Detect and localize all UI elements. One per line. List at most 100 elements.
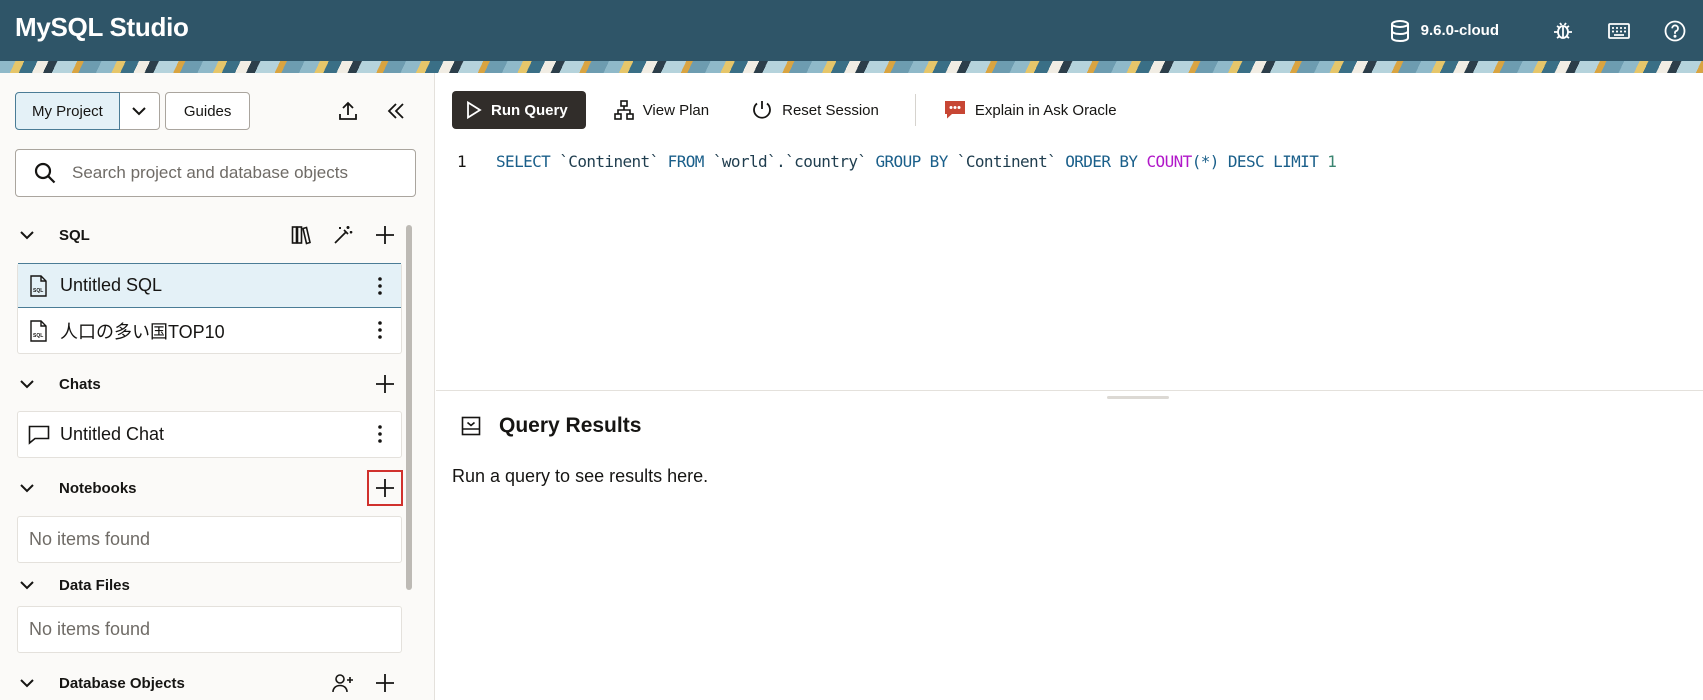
sql-ai-generate-button[interactable] [327, 219, 359, 251]
sql-item[interactable]: SQL 人口の多い国TOP10 [18, 308, 401, 353]
database-objects-collapse-toggle[interactable] [15, 678, 45, 688]
chats-list: Untitled Chat [17, 411, 402, 458]
sql-section-header: SQL [15, 219, 401, 251]
code-token: ORDER BY [1065, 152, 1138, 171]
sql-item-menu-button[interactable] [365, 315, 395, 345]
chat-bubble-icon [28, 425, 50, 445]
editor-toolbar: Run Query View Plan Reset Session Explai… [452, 91, 1131, 129]
notebooks-empty-message: No items found [29, 529, 151, 549]
explain-in-ask-oracle-button[interactable]: Explain in Ask Oracle [930, 91, 1131, 129]
code-token: FROM [667, 152, 705, 171]
debug-icon [1554, 21, 1572, 39]
search-icon [34, 162, 56, 184]
code-line: SELECT `Continent` FROM `world`.`country… [496, 152, 1337, 171]
kebab-menu-icon [378, 425, 382, 443]
view-plan-button[interactable]: View Plan [600, 91, 723, 129]
sql-collapse-toggle[interactable] [15, 230, 45, 240]
kebab-menu-icon [378, 277, 382, 295]
code-token: `Continent` [956, 152, 1057, 171]
play-icon [467, 101, 482, 119]
sql-file-icon: SQL [30, 319, 47, 342]
plus-icon [376, 375, 394, 393]
code-token: ( [1191, 152, 1202, 171]
upload-button[interactable] [333, 96, 363, 126]
data-files-collapse-toggle[interactable] [15, 580, 45, 590]
sql-item-label: 人口の多い国TOP10 [60, 321, 225, 342]
sidebar-scrollbar[interactable] [406, 225, 412, 590]
add-chat-button[interactable] [369, 368, 401, 400]
resize-handle[interactable] [1107, 396, 1169, 399]
data-files-list: No items found [17, 606, 402, 653]
data-files-empty-message: No items found [29, 619, 151, 639]
magic-wand-icon [334, 226, 353, 244]
chevron-down-icon [20, 678, 34, 687]
my-project-button[interactable]: My Project [15, 92, 120, 130]
code-token: COUNT [1146, 152, 1193, 171]
plus-icon [376, 479, 394, 497]
sql-file-icon: SQL [30, 274, 47, 297]
chat-item-menu-button[interactable] [365, 419, 395, 449]
chevron-down-icon [20, 379, 34, 388]
chevron-down-icon [132, 106, 147, 115]
sql-item-menu-button[interactable] [365, 271, 395, 301]
chevron-down-icon [20, 580, 34, 589]
database-icon [1390, 19, 1409, 42]
chats-collapse-toggle[interactable] [15, 379, 45, 389]
add-database-object-button[interactable] [369, 667, 401, 699]
data-files-section-title: Data Files [59, 576, 130, 594]
code-token: * [1200, 152, 1211, 171]
kebab-menu-icon [378, 321, 382, 339]
plus-icon [376, 674, 394, 692]
chat-item[interactable]: Untitled Chat [18, 412, 401, 457]
library-icon [291, 226, 311, 245]
panel-divider [436, 390, 1703, 391]
double-chevron-left-icon [387, 103, 404, 119]
power-reset-icon [753, 101, 772, 119]
upload-icon [339, 101, 357, 120]
database-objects-section-header: Database Objects [15, 667, 401, 699]
code-token: `Continent` [559, 152, 659, 171]
sql-item[interactable]: SQL Untitled SQL [18, 263, 401, 308]
code-token: GROUP BY [875, 152, 948, 171]
keyboard-icon [1608, 22, 1630, 39]
plus-icon [376, 226, 394, 244]
debug-button[interactable] [1535, 0, 1591, 61]
reset-session-button[interactable]: Reset Session [737, 91, 893, 129]
search-input[interactable] [72, 163, 402, 183]
sidebar: My Project Guides SQL [0, 73, 435, 700]
results-title: Query Results [499, 414, 642, 437]
code-token: ) [1209, 152, 1220, 171]
explain-label: Explain in Ask Oracle [974, 101, 1117, 119]
chevron-down-icon [20, 230, 34, 239]
results-empty-message: Run a query to see results here. [452, 466, 709, 486]
project-dropdown-button[interactable] [119, 92, 160, 130]
notebooks-collapse-toggle[interactable] [15, 483, 45, 493]
run-query-label: Run Query [491, 101, 568, 119]
decorative-banner [0, 61, 1703, 73]
version-indicator[interactable]: 9.6.0-cloud [1389, 19, 1499, 43]
results-header: Query Results [461, 414, 641, 438]
toolbar-divider [914, 94, 916, 126]
database-objects-section-title: Database Objects [59, 674, 185, 692]
collapse-sidebar-button[interactable] [381, 96, 411, 126]
guides-button[interactable]: Guides [164, 92, 251, 130]
sql-library-button[interactable] [285, 219, 317, 251]
view-plan-label: View Plan [642, 101, 710, 119]
add-notebook-button[interactable] [367, 470, 403, 506]
sql-list: SQL Untitled SQL SQL 人口の多い国TOP10 [17, 263, 402, 354]
data-files-section-header: Data Files [15, 569, 401, 601]
results-panel-icon [461, 416, 481, 436]
sql-item-label: Untitled SQL [60, 275, 163, 295]
help-button[interactable] [1647, 0, 1703, 61]
add-connection-button[interactable] [327, 667, 359, 699]
notebooks-section-header: Notebooks [15, 470, 403, 506]
app-title: MySQL Studio [15, 12, 189, 42]
add-sql-button[interactable] [369, 219, 401, 251]
app-header: MySQL Studio 9.6.0-cloud [0, 0, 1703, 61]
keyboard-shortcuts-button[interactable] [1591, 0, 1647, 61]
run-query-button[interactable]: Run Query [452, 91, 586, 129]
code-token: LIMIT [1273, 152, 1319, 171]
sql-editor[interactable]: 1 SELECT `Continent` FROM `world`.`count… [452, 152, 1337, 171]
sql-section-title: SQL [59, 226, 90, 244]
chat-item-label: Untitled Chat [60, 424, 165, 444]
